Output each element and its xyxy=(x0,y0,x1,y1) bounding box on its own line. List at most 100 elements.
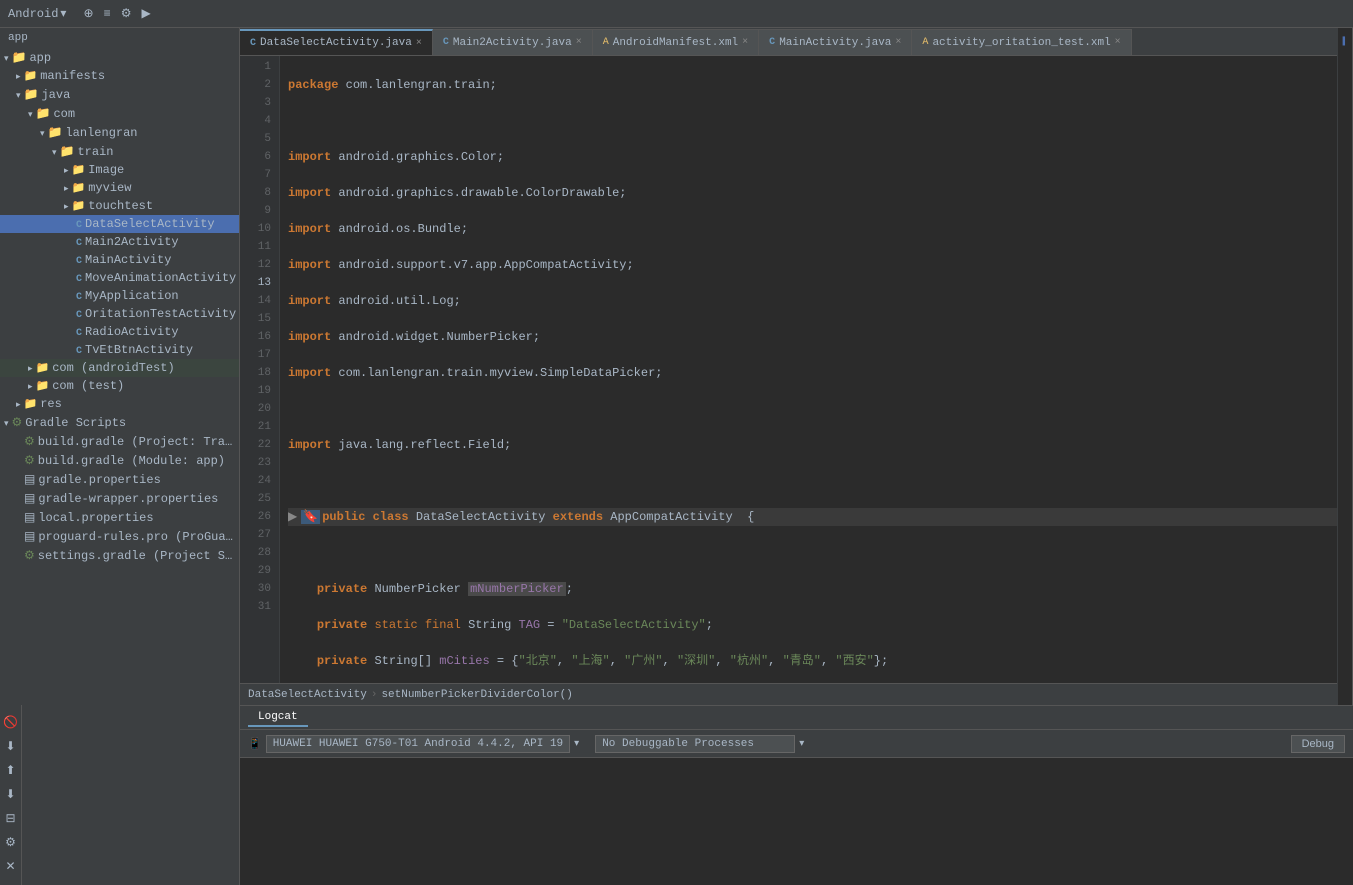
line-num: 18 xyxy=(248,364,271,382)
tab-close-button[interactable]: × xyxy=(742,37,748,48)
line-num-current: 13 xyxy=(248,274,271,292)
sidebar-item-label: res xyxy=(40,397,62,411)
sidebar-item-oritationtestactivity[interactable]: COritationTestActivity xyxy=(0,305,239,323)
line-num: 21 xyxy=(248,418,271,436)
code-editor[interactable]: 1 2 3 4 5 6 7 8 9 10 11 12 13 14 15 16 1… xyxy=(240,56,1353,683)
sidebar-item-main2activity[interactable]: CMain2Activity xyxy=(0,233,239,251)
sidebar-item-label: proguard-rules.pro (ProGuard Rules for a… xyxy=(38,530,239,544)
sidebar-item-label: app xyxy=(29,51,51,65)
sidebar-item-label: gradle.properties xyxy=(38,473,160,487)
tab-close-button[interactable]: × xyxy=(416,38,422,49)
sidebar-item-label: MyApplication xyxy=(85,289,179,303)
sidebar-item-label: touchtest xyxy=(88,199,153,213)
code-line: private NumberPicker mNumberPicker; xyxy=(288,580,1345,598)
up-arrow-button[interactable]: ⬆ xyxy=(2,761,20,779)
sidebar-item-com[interactable]: ▾📁com xyxy=(0,104,239,123)
logcat-tab[interactable]: Logcat xyxy=(248,709,308,727)
sidebar-item-build-gradle-project[interactable]: ⚙build.gradle (Project: Train) xyxy=(0,432,239,451)
logcat-content[interactable] xyxy=(240,758,1353,885)
tab-mainactivity[interactable]: C MainActivity.java × xyxy=(759,29,912,55)
tab-label: MainActivity.java xyxy=(779,37,891,49)
line-numbers: 1 2 3 4 5 6 7 8 9 10 11 12 13 14 15 16 1… xyxy=(240,56,280,683)
sidebar-item-label: TvEtBtnActivity xyxy=(85,343,193,357)
sidebar-item-tvetbtnactivity[interactable]: CTvEtBtnActivity xyxy=(0,341,239,359)
tab-bar: C DataSelectActivity.java × C Main2Activ… xyxy=(240,28,1353,56)
sidebar-item-label: manifests xyxy=(40,69,105,83)
code-line xyxy=(288,112,1345,130)
tab-androidmanifest[interactable]: A AndroidManifest.xml × xyxy=(593,29,759,55)
tab-label: Main2Activity.java xyxy=(453,37,572,49)
sidebar-item-myview[interactable]: ▸📁myview xyxy=(0,179,239,197)
tab-close-button[interactable]: × xyxy=(576,37,582,48)
sidebar-item-gradle-properties[interactable]: ▤gradle.properties xyxy=(0,470,239,489)
toolbar-btn-1[interactable]: ⊕ xyxy=(78,4,98,23)
sidebar-item-com-androidtest[interactable]: ▸📁com (androidTest) xyxy=(0,359,239,377)
java-file-icon: C xyxy=(443,37,449,48)
device-icon: 📱 xyxy=(248,737,262,751)
line-num: 1 xyxy=(248,58,271,76)
device-selector[interactable]: HUAWEI HUAWEI G750-T01 Android 4.4.2, AP… xyxy=(266,735,570,753)
sidebar-item-settings-gradle[interactable]: ⚙settings.gradle (Project Settings) xyxy=(0,546,239,565)
sidebar-item-label: Gradle Scripts xyxy=(25,416,126,430)
bottom-left-toolbar: 🚫 ⬇ ⬆ ⬇ ⊟ ⚙ ✕ xyxy=(0,705,22,885)
sidebar-item-java[interactable]: ▾📁java xyxy=(0,85,239,104)
sidebar-item-lanlengran[interactable]: ▾📁lanlengran xyxy=(0,123,239,142)
sidebar-item-radioactivity[interactable]: CRadioActivity xyxy=(0,323,239,341)
sidebar-item-label: gradle-wrapper.properties xyxy=(38,492,218,506)
scroll-indicator[interactable]: ▌ xyxy=(1336,32,1353,50)
process-dropdown-arrow[interactable]: ▾ xyxy=(799,738,804,750)
toolbar-btn-2[interactable]: ≡ xyxy=(99,5,116,23)
sidebar-item-image[interactable]: ▸📁Image xyxy=(0,161,239,179)
device-dropdown-arrow[interactable]: ▾ xyxy=(574,738,579,750)
code-content[interactable]: package com.lanlengran.train; import and… xyxy=(280,56,1353,683)
sidebar-item-com-test[interactable]: ▸📁com (test) xyxy=(0,377,239,395)
code-line: import android.widget.NumberPicker; xyxy=(288,328,1345,346)
line-num: 20 xyxy=(248,400,271,418)
toolbar-btn-4[interactable]: ▶ xyxy=(136,4,155,23)
sidebar-item-label: train xyxy=(77,145,113,159)
close-panel-button[interactable]: ✕ xyxy=(2,857,20,875)
sidebar-item-moveanimationactivity[interactable]: CMoveAnimationActivity xyxy=(0,269,239,287)
sidebar-item-touchtest[interactable]: ▸📁touchtest xyxy=(0,197,239,215)
sidebar-item-manifests[interactable]: ▸📁manifests xyxy=(0,67,239,85)
java-file-icon: C xyxy=(250,38,256,49)
tab-close-button[interactable]: × xyxy=(895,37,901,48)
xml-file-icon: A xyxy=(922,37,928,48)
line-num: 31 xyxy=(248,598,271,616)
clear-logcat-button[interactable]: 🚫 xyxy=(2,713,20,731)
line-num: 10 xyxy=(248,220,271,238)
sidebar-item-mainactivity[interactable]: CMainActivity xyxy=(0,251,239,269)
tab-close-button[interactable]: × xyxy=(1115,37,1121,48)
toolbar-btn-3[interactable]: ⚙ xyxy=(116,4,137,23)
android-dropdown-arrow[interactable]: ▾ xyxy=(60,6,66,21)
sidebar-item-res[interactable]: ▸📁res xyxy=(0,395,239,413)
sidebar-item-label: Main2Activity xyxy=(85,235,179,249)
sidebar-item-train[interactable]: ▾📁train xyxy=(0,142,239,161)
sidebar-item-app[interactable]: ▾📁app xyxy=(0,48,239,67)
logcat-tab-bar: Logcat xyxy=(240,706,1353,730)
line-num: 30 xyxy=(248,580,271,598)
sidebar-item-myapplication[interactable]: CMyApplication xyxy=(0,287,239,305)
debug-button[interactable]: Debug xyxy=(1291,735,1345,753)
process-selector[interactable]: No Debuggable Processes xyxy=(595,735,795,753)
sidebar-item-dataselectactivity[interactable]: CDataSelectActivity xyxy=(0,215,239,233)
scroll-to-end-button[interactable]: ⬇ xyxy=(2,737,20,755)
sidebar-item-proguard-rules[interactable]: ▤proguard-rules.pro (ProGuard Rules for … xyxy=(0,527,239,546)
sidebar-item-label: java xyxy=(41,88,70,102)
xml-file-icon: A xyxy=(603,37,609,48)
sidebar-item-local-properties[interactable]: ▤local.properties xyxy=(0,508,239,527)
line-num: 6 xyxy=(248,148,271,166)
tab-main2activity[interactable]: C Main2Activity.java × xyxy=(433,29,593,55)
android-label: Android xyxy=(8,7,58,21)
tab-label: AndroidManifest.xml xyxy=(613,37,738,49)
sidebar-item-gradle-wrapper-properties[interactable]: ▤gradle-wrapper.properties xyxy=(0,489,239,508)
tab-activity-oritation-test[interactable]: A activity_oritation_test.xml × xyxy=(912,29,1131,55)
filter-button[interactable]: ⊟ xyxy=(2,809,20,827)
tab-dataselectactivity[interactable]: C DataSelectActivity.java × xyxy=(240,29,433,55)
code-line xyxy=(288,544,1345,562)
breadcrumb-part-2: setNumberPickerDividerColor() xyxy=(381,689,572,701)
settings-button[interactable]: ⚙ xyxy=(2,833,20,851)
down-arrow-button[interactable]: ⬇ xyxy=(2,785,20,803)
sidebar-item-gradle-scripts[interactable]: ▾⚙Gradle Scripts xyxy=(0,413,239,432)
sidebar-item-build-gradle-module[interactable]: ⚙build.gradle (Module: app) xyxy=(0,451,239,470)
